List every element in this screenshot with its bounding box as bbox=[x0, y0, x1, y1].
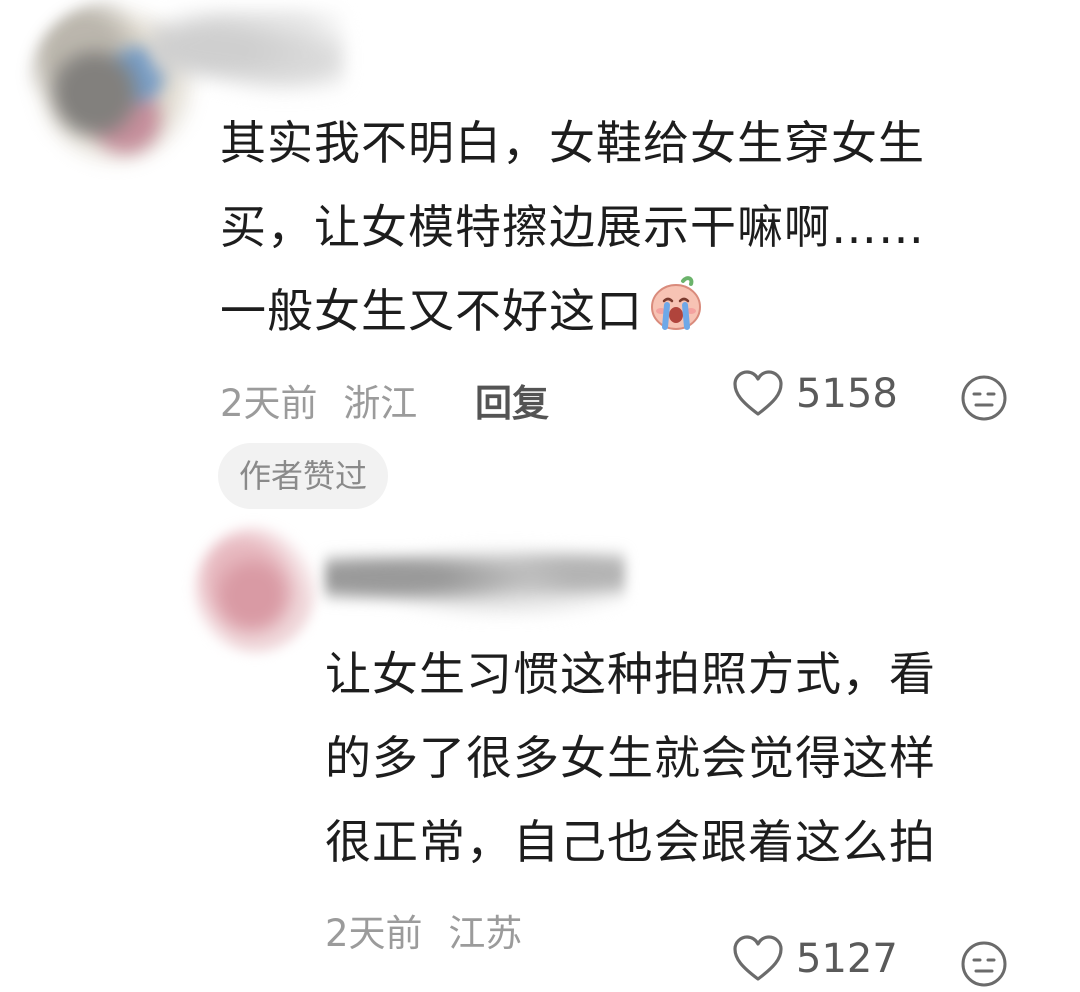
reply-body: 让女生习惯这种拍照方式，看 的多了很多女生就会觉得这样 很正常，自己也会跟着这么… bbox=[325, 632, 1025, 884]
reply-location: 江苏 bbox=[448, 912, 523, 955]
commenter-name-blurred[interactable] bbox=[150, 10, 345, 95]
reply-line: 很正常，自己也会跟着这么拍 bbox=[325, 815, 936, 869]
like-count: 5158 bbox=[796, 371, 898, 417]
dislike-face-icon[interactable] bbox=[960, 374, 1008, 422]
author-liked-badge: 作者赞过 bbox=[218, 443, 389, 509]
comment-line: 一般女生又不好这口 bbox=[220, 284, 643, 338]
reply-dislike-face-icon[interactable] bbox=[960, 940, 1008, 988]
comment-time: 2天前 bbox=[220, 382, 318, 425]
reply-button[interactable]: 回复 bbox=[475, 373, 549, 427]
reply-time: 2天前 bbox=[325, 912, 423, 955]
comment-line-with-emoji: 一般女生又不好这口 bbox=[220, 269, 1020, 353]
comment-body: 其实我不明白，女鞋给女生穿女生 买，让女模特擦边展示干嘛啊…… 一般女生又不好这… bbox=[220, 101, 1020, 353]
reply-line: 的多了很多女生就会觉得这样 bbox=[325, 731, 936, 785]
reply-meta: 2天前 江苏 bbox=[325, 903, 536, 957]
comment-line: 买，让女模特擦边展示干嘛啊…… bbox=[220, 200, 925, 254]
comment-meta: 2天前 浙江 bbox=[220, 373, 431, 427]
comment-location: 浙江 bbox=[343, 382, 418, 425]
reply-like-button[interactable]: 5127 bbox=[732, 935, 898, 983]
reply-like-count: 5127 bbox=[796, 936, 898, 982]
heart-icon bbox=[732, 370, 784, 418]
comment-line: 其实我不明白，女鞋给女生穿女生 bbox=[220, 116, 925, 170]
like-button[interactable]: 5158 bbox=[732, 370, 898, 418]
reply-line: 让女生习惯这种拍照方式，看 bbox=[325, 647, 936, 701]
replier-name-blurred[interactable] bbox=[325, 535, 625, 620]
crying-face-icon bbox=[647, 275, 705, 330]
heart-icon bbox=[732, 935, 784, 983]
replier-avatar[interactable] bbox=[195, 527, 315, 652]
